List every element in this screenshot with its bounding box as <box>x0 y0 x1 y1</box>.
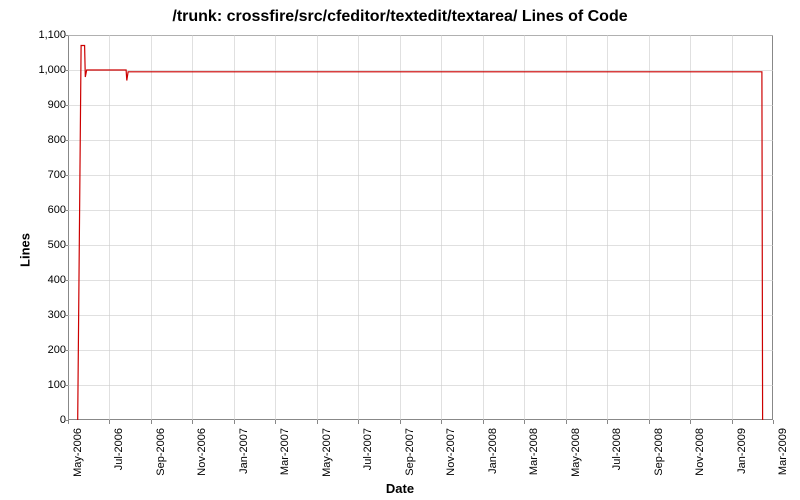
x-tick-label: Sep-2006 <box>155 428 167 488</box>
x-tick-label: May-2008 <box>570 428 582 488</box>
y-tick-label: 1,000 <box>26 64 66 76</box>
y-tick-label: 600 <box>26 204 66 216</box>
x-tick-label: Mar-2009 <box>777 428 789 488</box>
y-tick-label: 300 <box>26 309 66 321</box>
y-tick-label: 800 <box>26 134 66 146</box>
x-tick-label: Nov-2006 <box>196 428 208 488</box>
x-tick-label: Nov-2008 <box>694 428 706 488</box>
chart-container: /trunk: crossfire/src/cfeditor/textedit/… <box>0 0 800 500</box>
x-tick-label: May-2007 <box>321 428 333 488</box>
x-tick-label: Jul-2007 <box>362 428 374 488</box>
y-tick-label: 500 <box>26 239 66 251</box>
y-tick-label: 700 <box>26 169 66 181</box>
x-tick-label: Jan-2007 <box>238 428 250 488</box>
x-tick-label: Nov-2007 <box>445 428 457 488</box>
y-tick-label: 1,100 <box>26 29 66 41</box>
x-tick-label: Jan-2009 <box>736 428 748 488</box>
y-tick-label: 0 <box>26 414 66 426</box>
y-tick-label: 400 <box>26 274 66 286</box>
x-tick-label: May-2006 <box>72 428 84 488</box>
y-tick-label: 900 <box>26 99 66 111</box>
x-tick-label: Sep-2007 <box>404 428 416 488</box>
line-series <box>68 35 773 420</box>
x-tick-label: Jul-2008 <box>611 428 623 488</box>
y-tick-label: 100 <box>26 379 66 391</box>
x-tick-label: Jan-2008 <box>487 428 499 488</box>
x-tick-label: Mar-2007 <box>279 428 291 488</box>
x-tick-label: Jul-2006 <box>113 428 125 488</box>
x-tick-label: Sep-2008 <box>653 428 665 488</box>
x-tick-label: Mar-2008 <box>528 428 540 488</box>
chart-title: /trunk: crossfire/src/cfeditor/textedit/… <box>0 8 800 26</box>
y-tick-label: 200 <box>26 344 66 356</box>
